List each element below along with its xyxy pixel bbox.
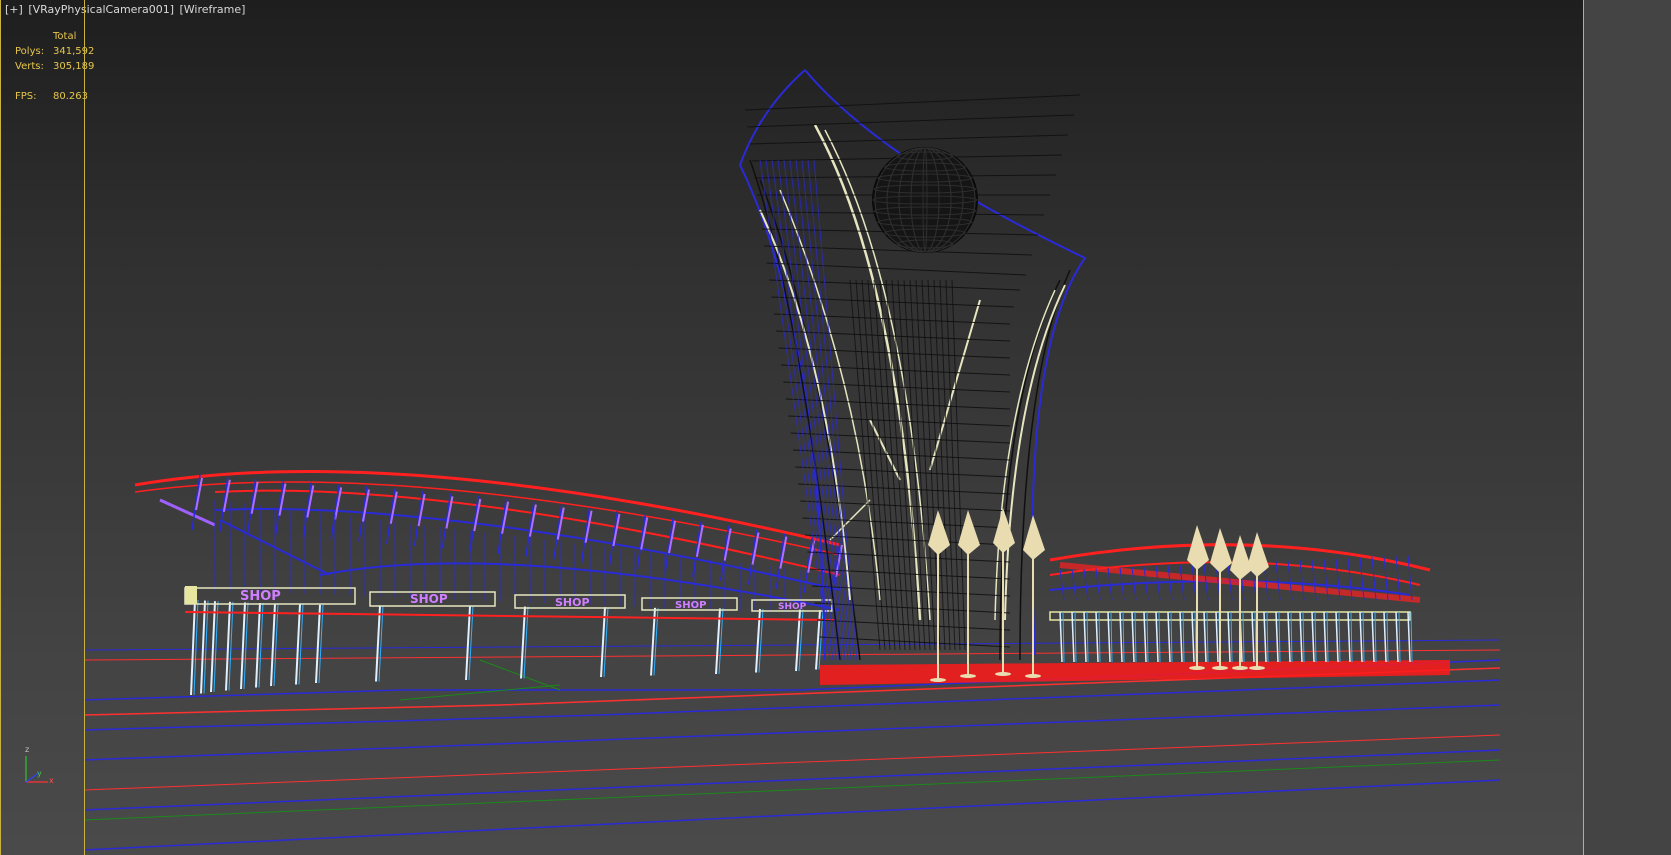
safe-frame-left [84,0,85,855]
shop-sign-3: SHOP [555,596,590,609]
viewport-border-left [0,0,1,855]
shop-sign-2: SHOP [410,592,448,606]
viewport-camera-menu[interactable]: [VRayPhysicalCamera001] [28,3,174,16]
stats-fps-label: FPS: [15,91,37,102]
stats-polys-value: 341,592 [53,46,95,57]
stats-header: Total [53,31,77,42]
shop-sign-4: SHOP [675,600,706,611]
stats-verts-label: Verts: [15,61,44,72]
stats-verts-value: 305,189 [53,61,95,72]
right-side-panel [1585,0,1671,855]
axis-x-label: x [49,776,54,785]
axis-y-label: y [37,769,42,778]
viewport-shading-menu[interactable]: [Wireframe] [179,3,245,16]
axis-z-label: z [25,745,30,754]
viewport-border-right [1583,0,1584,855]
perspective-viewport[interactable]: SHOP SHOP SHOP SHOP SHOP [+] [VRayPhysic… [0,0,1584,855]
viewport-label[interactable]: [+] [VRayPhysicalCamera001] [Wireframe] [5,3,247,16]
shop-sign-1: SHOP [240,589,281,604]
tower-sphere [872,147,978,253]
wireframe-scene: SHOP SHOP SHOP SHOP SHOP [83,69,1501,851]
viewport-plus-menu[interactable]: [+] [5,3,23,16]
shop-sign-5: SHOP [778,602,807,612]
stats-polys-label: Polys: [15,46,45,57]
stats-fps-value: 80.263 [53,91,88,102]
